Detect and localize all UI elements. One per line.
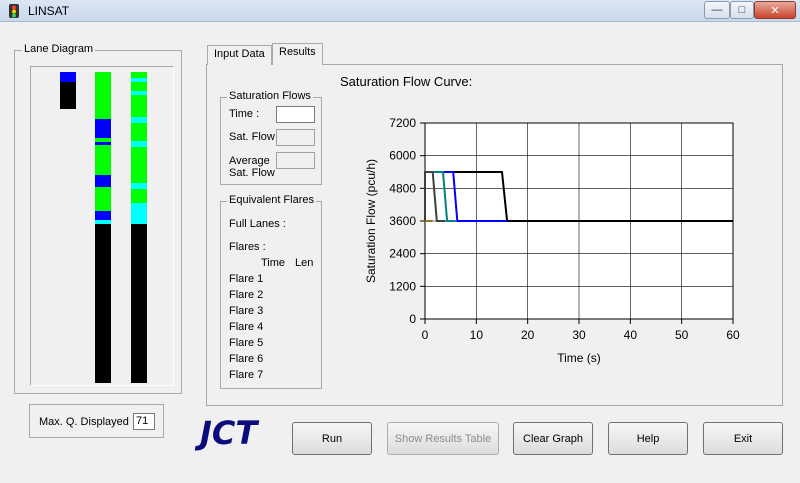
max-q-input[interactable]: 71 xyxy=(133,413,155,430)
y-tick-label: 4800 xyxy=(389,181,416,195)
lane-diagram-label: Lane Diagram xyxy=(22,43,96,55)
y-tick-label: 0 xyxy=(409,312,416,326)
x-tick-label: 40 xyxy=(624,328,638,342)
average-label: Average xyxy=(229,155,270,167)
x-tick-label: 10 xyxy=(470,328,484,342)
show-results-table-button[interactable]: Show Results Table xyxy=(387,422,499,455)
y-tick-label: 2400 xyxy=(389,247,416,261)
close-button[interactable]: ✕ xyxy=(754,1,796,19)
saturation-flow-chart: 0 1200 2400 3600 4800 6000 7200 0 10 20 30 40 50 60 Ti… xyxy=(364,116,740,365)
jct-logo: JCT xyxy=(200,414,258,452)
average-sat-flow-label: Sat. Flow xyxy=(229,167,275,179)
x-tick-label: 30 xyxy=(572,328,586,342)
saturation-flows-label: Saturation Flows xyxy=(227,90,313,102)
tab-input-data[interactable]: Input Data xyxy=(207,45,272,65)
x-axis-label: Time (s) xyxy=(557,351,601,365)
maximize-button[interactable]: □ xyxy=(730,1,754,19)
x-tick-label: 20 xyxy=(521,328,535,342)
equivalent-flares-label: Equivalent Flares xyxy=(227,194,316,206)
lane-2 xyxy=(95,72,111,383)
flares-label: Flares : xyxy=(229,241,266,253)
y-tick-label: 7200 xyxy=(389,116,416,130)
average-sat-flow-field xyxy=(276,152,315,169)
y-tick-label: 1200 xyxy=(389,279,416,293)
flare-row: Flare 3 xyxy=(229,305,264,317)
minimize-icon: — xyxy=(711,4,723,16)
flare-row: Flare 6 xyxy=(229,353,264,365)
tab-results[interactable]: Results xyxy=(272,43,323,65)
lane-1 xyxy=(60,72,76,109)
sat-flow-field xyxy=(276,129,315,146)
clear-graph-button[interactable]: Clear Graph xyxy=(513,422,593,455)
x-tick-label: 0 xyxy=(422,328,429,342)
flare-row: Flare 2 xyxy=(229,289,264,301)
exit-button[interactable]: Exit xyxy=(703,422,783,455)
maximize-icon: □ xyxy=(738,4,746,16)
help-button[interactable]: Help xyxy=(608,422,688,455)
chart-title: Saturation Flow Curve: xyxy=(340,74,473,89)
flare-row: Flare 7 xyxy=(229,369,264,381)
lane-diagram-canvas xyxy=(30,66,174,386)
flare-row: Flare 1 xyxy=(229,273,264,285)
y-axis-label: Saturation Flow (pcu/h) xyxy=(364,159,378,283)
flare-row: Flare 4 xyxy=(229,321,264,333)
close-icon: ✕ xyxy=(770,4,780,17)
col-time-header: Time xyxy=(261,257,286,269)
full-lanes-label: Full Lanes : xyxy=(229,218,286,230)
lane-3 xyxy=(131,72,147,383)
time-field xyxy=(276,106,315,123)
time-label: Time : xyxy=(229,108,260,120)
title-bar: LINSAT — □ ✕ xyxy=(0,0,800,22)
sat-flow-label: Sat. Flow xyxy=(229,131,275,143)
x-tick-label: 50 xyxy=(675,328,689,342)
x-tick-label: 60 xyxy=(726,328,740,342)
run-button[interactable]: Run xyxy=(292,422,372,455)
flare-row: Flare 5 xyxy=(229,337,264,349)
traffic-light-icon xyxy=(6,3,22,19)
y-tick-label: 6000 xyxy=(389,149,416,163)
max-q-label: Max. Q. Displayed xyxy=(39,416,129,428)
col-len-header: Len xyxy=(295,257,314,269)
y-tick-label: 3600 xyxy=(389,214,416,228)
minimize-button[interactable]: — xyxy=(704,1,730,19)
window-title: LINSAT xyxy=(28,4,70,18)
